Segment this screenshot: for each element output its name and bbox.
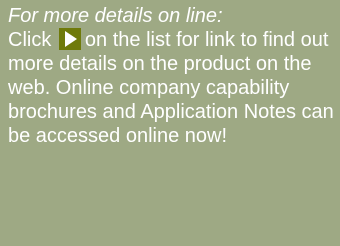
note-body-text: on the list for link to find out more de…	[8, 29, 334, 147]
play-icon	[58, 28, 81, 50]
note-heading: For more details on line:	[8, 5, 223, 27]
click-word: Click	[8, 29, 52, 51]
note-body: Click on the list for link to find out m…	[8, 28, 334, 148]
play-icon-glyph	[64, 31, 77, 47]
info-note-panel: For more details on line: Click on the l…	[0, 0, 340, 246]
